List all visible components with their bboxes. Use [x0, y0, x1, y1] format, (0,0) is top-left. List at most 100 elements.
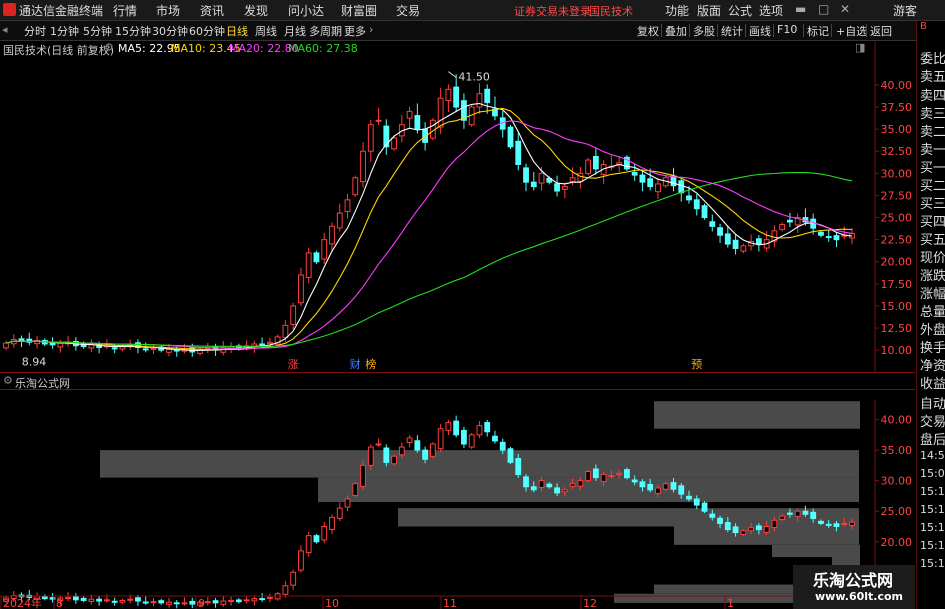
tab-monthly[interactable]: 月线	[284, 23, 306, 39]
sub-legend-icon[interactable]: ⚙	[3, 374, 13, 387]
tab-30min[interactable]: 30分钟	[152, 23, 188, 39]
y-tick-label: 32.50	[881, 145, 913, 158]
collapse-arrow-icon[interactable]: ◂	[2, 23, 8, 36]
tab-60min[interactable]: 60分钟	[189, 23, 225, 39]
candle-body	[166, 348, 172, 353]
candle-body	[701, 205, 708, 219]
menu-news[interactable]: 资讯	[200, 2, 224, 19]
watermark-url: www.60lt.com	[815, 590, 904, 603]
sub-candle-body	[530, 486, 537, 491]
sub-candle-body	[406, 437, 413, 444]
tab-more[interactable]: 更多	[344, 23, 366, 39]
sub-candle-body	[670, 482, 677, 490]
login-warning[interactable]: 证券交易未登录	[514, 3, 591, 19]
sub-candle-body	[818, 520, 824, 524]
panel-after-hours[interactable]: 盘后	[920, 429, 945, 448]
formula-indicator-chart[interactable]: 40.0035.0030.0025.0020.0015.002024年89101…	[0, 400, 915, 609]
overlay-button[interactable]: 叠加	[665, 23, 687, 39]
date-label: 8	[56, 597, 63, 609]
mark-button[interactable]: 标记	[807, 23, 829, 39]
sub-candle-body	[282, 585, 289, 595]
sub-candle-body	[639, 481, 646, 488]
panel-auto[interactable]: 自动	[920, 393, 945, 412]
panel-item: 买一	[920, 161, 945, 176]
sub-candle-body	[794, 510, 801, 517]
minimize-icon[interactable]: ▬	[795, 2, 806, 16]
date-label: 12	[583, 597, 597, 609]
sub-candle-body	[662, 483, 669, 490]
top-menu-bar: 通达信金融终端 行情 市场 资讯 发现 问小达 财富圈 交易 证券交易未登录 国…	[0, 0, 945, 21]
sub-candle-body	[724, 522, 731, 531]
panel-item: 净资	[920, 359, 945, 374]
multi-stock-button[interactable]: 多股	[693, 23, 715, 39]
guest-label[interactable]: 游客	[893, 2, 917, 19]
quote-side-panel: B 委比 卖五 卖四 卖三 卖二 卖一 买一 买二 买三 买四 买五 现价 涨跌…	[916, 21, 945, 609]
event-marker: 预	[691, 358, 702, 371]
panel-item: 买五	[920, 233, 945, 248]
tab-multi-period[interactable]: 多周期	[309, 23, 342, 39]
tab-5min[interactable]: 5分钟	[83, 23, 112, 39]
y-tick-label: 37.50	[881, 101, 913, 114]
candle-body	[693, 199, 700, 210]
back-button[interactable]: 返回	[870, 23, 892, 39]
y-tick-label: 10.00	[881, 344, 913, 357]
menu-markets[interactable]: 市场	[156, 2, 180, 19]
tab-intraday[interactable]: 分时	[24, 23, 46, 39]
add-watchlist-button[interactable]: +自选	[836, 23, 867, 39]
panel-time: 15:12	[920, 485, 945, 498]
menu-wealth[interactable]: 财富圈	[341, 2, 377, 19]
ma60-line	[5, 171, 853, 347]
sub-candle-body	[398, 446, 405, 456]
menu-discover[interactable]: 发现	[244, 2, 268, 19]
sub-candle-body	[608, 475, 615, 478]
menu-options[interactable]: 选项	[759, 2, 783, 19]
y-tick-label: 30.00	[881, 167, 913, 180]
menu-formula[interactable]: 公式	[728, 2, 752, 19]
sub-candle-body	[763, 526, 770, 533]
tab-1min[interactable]: 1分钟	[50, 23, 79, 39]
menu-layout[interactable]: 版面	[697, 2, 721, 19]
sub-candle-body	[375, 443, 382, 446]
more-chevron-icon[interactable]: ›	[369, 23, 373, 36]
menu-function[interactable]: 功能	[665, 2, 689, 19]
draw-button[interactable]: 画线	[749, 23, 771, 39]
sub-candle-body	[515, 458, 522, 476]
watermark-title: 乐淘公式网	[813, 571, 894, 590]
sub-candle-body	[429, 443, 436, 457]
candle-body	[305, 252, 312, 278]
sub-candle-body	[321, 526, 328, 541]
candle-body	[686, 195, 692, 201]
sub-candle-body	[41, 595, 48, 600]
y-tick-label: 12.50	[881, 322, 913, 335]
site-watermark: 乐淘公式网 www.60lt.com	[793, 565, 915, 609]
f10-button[interactable]: F10	[777, 23, 797, 36]
menu-ask[interactable]: 问小达	[288, 2, 324, 19]
adjust-button[interactable]: 复权	[637, 23, 659, 39]
stock-name-link[interactable]: 国民技术	[589, 3, 633, 19]
y-tick-label: 20.00	[881, 256, 913, 269]
sub-candle-body	[72, 596, 79, 601]
panel-trade[interactable]: 交易	[920, 411, 945, 430]
sub-candle-body	[189, 600, 196, 605]
main-candlestick-chart[interactable]: 40.00 37.50 35.00 32.50 30.00 27.50 25.00 22.50…	[0, 41, 915, 372]
maximize-icon[interactable]: □	[818, 2, 829, 16]
candle-body	[818, 231, 824, 236]
supply-zone-box	[100, 450, 859, 478]
panel-time: 15:15	[920, 521, 945, 534]
divider	[661, 24, 662, 37]
sub-candle-body	[119, 599, 126, 603]
candle-body	[375, 119, 382, 122]
menu-market[interactable]: 行情	[113, 2, 137, 19]
stats-button[interactable]: 统计	[721, 23, 743, 39]
panel-item: 买四	[920, 215, 945, 230]
tab-weekly[interactable]: 周线	[255, 23, 277, 39]
menu-trade[interactable]: 交易	[396, 2, 420, 19]
candle-body	[321, 239, 328, 260]
candle-body	[755, 238, 762, 245]
close-icon[interactable]: ✕	[840, 2, 850, 16]
tab-daily[interactable]: 日线	[226, 23, 248, 39]
sub-candle-body	[686, 495, 692, 500]
panel-item: 涨幅	[920, 287, 945, 302]
sub-candle-body	[771, 519, 778, 528]
tab-15min[interactable]: 15分钟	[115, 23, 151, 39]
